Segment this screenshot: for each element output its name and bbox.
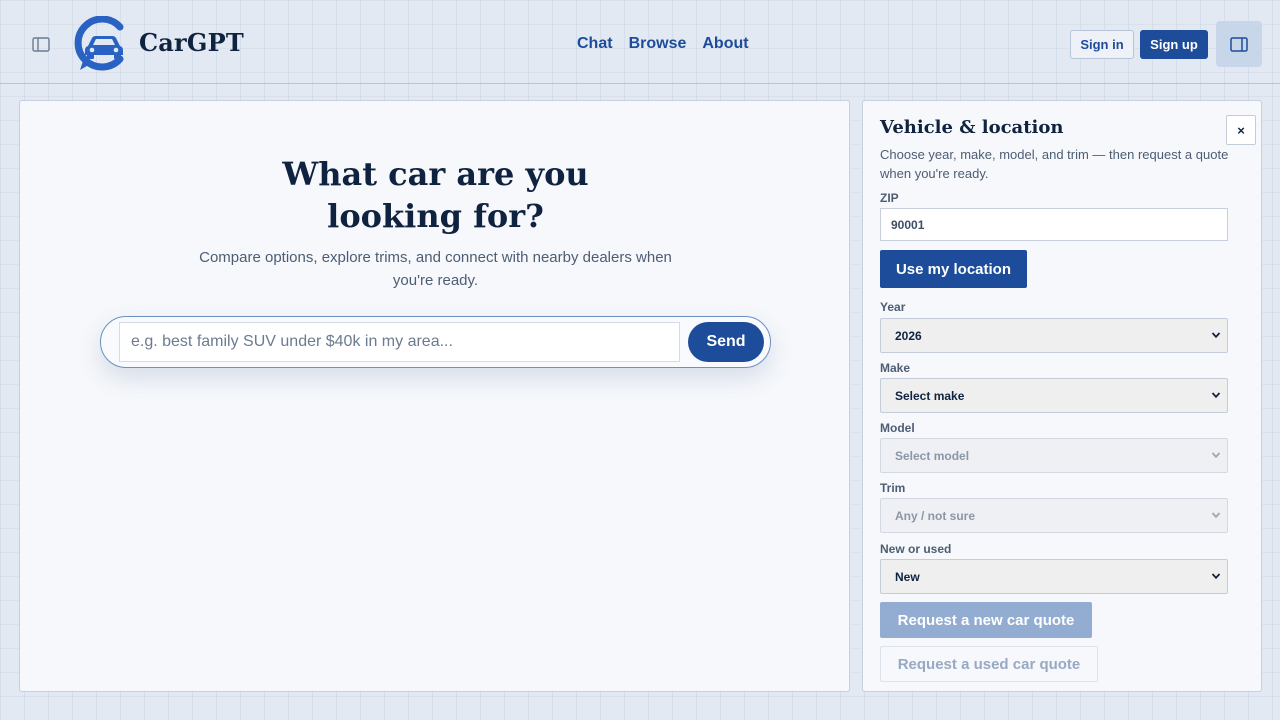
nav-chat[interactable]: Chat: [577, 35, 613, 53]
main-nav: Chat Browse About: [577, 35, 765, 53]
nav-about[interactable]: About: [702, 35, 748, 53]
cargpt-logo-icon[interactable]: [74, 16, 128, 72]
search-input[interactable]: [119, 322, 680, 362]
close-icon: ×: [1237, 122, 1245, 138]
zip-label: ZIP: [880, 191, 899, 205]
make-value: Select make: [895, 388, 965, 403]
sidebar-right-icon: [1230, 36, 1248, 52]
chat-main-card: What car are you looking for? Compare op…: [19, 100, 850, 692]
model-select[interactable]: Select model: [880, 438, 1228, 473]
sidebar-toggle-button[interactable]: [24, 28, 57, 61]
close-panel-button[interactable]: ×: [1226, 115, 1256, 145]
make-label: Make: [880, 361, 911, 375]
condition-label: New or used: [880, 542, 952, 556]
use-my-location-button[interactable]: Use my location: [880, 250, 1027, 288]
brand-name[interactable]: CarGPT: [139, 28, 244, 57]
search-bar: Send: [100, 316, 771, 368]
trim-value: Any / not sure: [895, 508, 976, 523]
request-used-quote-button[interactable]: Request a used car quote: [880, 646, 1098, 682]
send-button[interactable]: Send: [688, 322, 764, 362]
year-select[interactable]: 2026: [880, 318, 1228, 353]
panel-toggle-button[interactable]: [1216, 21, 1262, 67]
zip-input[interactable]: [880, 208, 1228, 241]
chevron-down-icon: [1211, 573, 1221, 580]
hero-subtitle: Compare options, explore trims, and conn…: [199, 249, 672, 289]
year-value: 2026: [895, 328, 922, 343]
make-select[interactable]: Select make: [880, 378, 1228, 413]
panel-title: Vehicle & location: [880, 117, 1064, 138]
trim-label: Trim: [880, 481, 906, 495]
panel-description: Choose year, make, model, and trim — the…: [880, 147, 1229, 181]
chevron-down-icon: [1211, 512, 1221, 519]
condition-select[interactable]: New: [880, 559, 1228, 594]
request-new-quote-button[interactable]: Request a new car quote: [880, 602, 1092, 638]
chevron-down-icon: [1211, 392, 1221, 399]
chevron-down-icon: [1211, 332, 1221, 339]
sidebar-left-icon: [31, 37, 50, 52]
sign-up-button[interactable]: Sign up: [1140, 30, 1208, 59]
nav-browse[interactable]: Browse: [629, 35, 687, 53]
model-label: Model: [880, 421, 915, 435]
top-header: CarGPT Chat Browse About Sign in Sign up: [0, 0, 1280, 84]
sign-in-button[interactable]: Sign in: [1070, 30, 1134, 59]
vehicle-location-panel: Vehicle & location × Choose year, make, …: [862, 100, 1262, 692]
condition-value: New: [895, 569, 920, 584]
year-label: Year: [880, 300, 906, 314]
model-value: Select model: [895, 448, 970, 463]
trim-select[interactable]: Any / not sure: [880, 498, 1228, 533]
hero-title: What car are you looking for?: [282, 155, 589, 235]
chevron-down-icon: [1211, 452, 1221, 459]
